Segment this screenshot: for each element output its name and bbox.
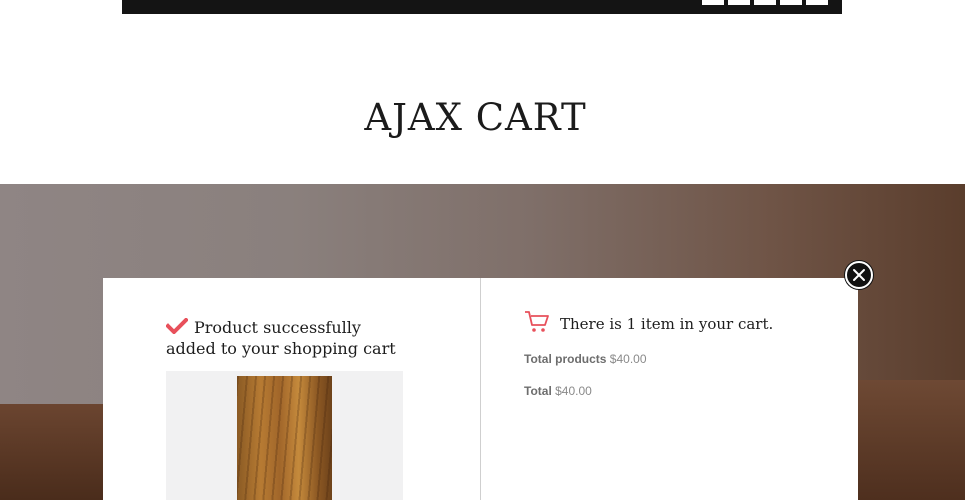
topbar-button[interactable] (780, 0, 802, 5)
success-message-text: Product successfully added to your shopp… (166, 318, 396, 358)
close-icon (853, 269, 865, 281)
topbar-button[interactable] (702, 0, 724, 5)
cart-summary-line: There is 1 item in your cart. (524, 310, 844, 334)
total-value: $40.00 (555, 384, 592, 398)
success-message: Product successfully added to your shopp… (165, 317, 406, 359)
check-icon (165, 317, 189, 335)
product-photo (237, 376, 332, 500)
total-products-label: Total products (524, 352, 607, 366)
cart-icon (524, 310, 550, 334)
hero-shelf (840, 380, 965, 500)
topbar-button[interactable] (806, 0, 828, 5)
product-image (166, 371, 403, 500)
topbar-controls (702, 0, 828, 5)
total-row: Total $40.00 (524, 384, 592, 398)
total-products-value: $40.00 (609, 352, 647, 366)
page-title: AJAX CART (364, 96, 587, 139)
total-products-row: Total products $40.00 (524, 352, 647, 366)
close-button[interactable] (845, 261, 873, 289)
total-label: Total (524, 384, 552, 398)
topbar-button[interactable] (728, 0, 750, 5)
modal-left-column: Product successfully added to your shopp… (165, 317, 406, 359)
modal-divider (480, 278, 481, 500)
topbar-button[interactable] (754, 0, 776, 5)
cart-message: There is 1 item in your cart. (560, 315, 774, 333)
cart-modal: Product successfully added to your shopp… (103, 278, 858, 500)
top-navigation-bar (122, 0, 842, 14)
modal-right-column: There is 1 item in your cart. (524, 310, 844, 334)
hero-shelf (0, 404, 120, 500)
